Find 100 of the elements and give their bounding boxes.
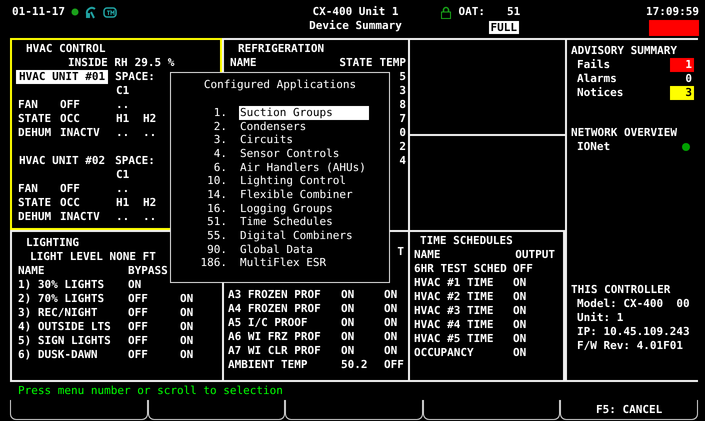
softkey[interactable] bbox=[285, 400, 423, 420]
softkey[interactable] bbox=[10, 400, 148, 420]
space-label: SPACE: bbox=[115, 70, 155, 84]
panel-title: TIME SCHEDULES bbox=[419, 234, 514, 248]
item-number: 16. bbox=[207, 202, 227, 215]
row-label: STATE bbox=[18, 196, 52, 209]
table-cell: 2) 70% LIGHTS bbox=[18, 292, 104, 305]
table-cell: 6) DUSK-DAWN bbox=[18, 348, 98, 361]
menu-item[interactable]: Circuits bbox=[239, 133, 369, 148]
table-cell: 6HR TEST SCHED bbox=[414, 262, 507, 276]
menu-item[interactable]: Global Data bbox=[239, 242, 369, 257]
screen-title: Device Summary bbox=[309, 19, 402, 33]
row-value: OCC bbox=[60, 196, 80, 209]
stage-value: H2 bbox=[143, 112, 156, 125]
table-cell: OFF bbox=[513, 262, 533, 275]
item-number: 186. bbox=[200, 256, 227, 270]
stage-value: H1 bbox=[116, 196, 130, 209]
menu-item[interactable]: Condensers bbox=[239, 120, 369, 134]
column-header: NAME bbox=[230, 56, 256, 70]
column-header: TEMP bbox=[380, 56, 406, 70]
unit-name[interactable]: HVAC UNIT #01 bbox=[16, 70, 108, 84]
temperature-value: 5 bbox=[399, 70, 406, 84]
network-name: IONet bbox=[577, 140, 610, 154]
softkey[interactable]: F5: CANCEL bbox=[560, 400, 698, 420]
menu-item[interactable]: Digital Combiners bbox=[239, 229, 369, 244]
table-cell: ON bbox=[384, 316, 398, 329]
menu-item[interactable]: Air Handlers (AHUs) bbox=[239, 160, 369, 175]
menu-item[interactable]: Flexible Combiner bbox=[239, 188, 369, 202]
table-cell: ON bbox=[180, 320, 194, 333]
row-value: OFF bbox=[60, 98, 80, 111]
item-number: 10. bbox=[207, 174, 227, 188]
column-header: BYPASS bbox=[128, 264, 168, 277]
item-number: 14. bbox=[207, 188, 227, 201]
table-cell: ON bbox=[384, 330, 398, 343]
controller-info: Model: CX-400 00 bbox=[576, 297, 691, 311]
oat-label: OAT: bbox=[458, 5, 485, 19]
table-cell: A6 WI FRZ PROF bbox=[228, 330, 321, 343]
unit-name[interactable]: HVAC UNIT #02 bbox=[16, 154, 108, 168]
table-cell: ON bbox=[513, 276, 526, 289]
stage-value: .. bbox=[143, 126, 156, 139]
row-value: OCC bbox=[60, 112, 80, 125]
table-cell: OFF bbox=[128, 306, 148, 319]
menu-item[interactable]: Suction Groups bbox=[239, 106, 369, 120]
table-cell: HVAC #5 TIME bbox=[414, 332, 494, 346]
stage-value: C1 bbox=[116, 84, 130, 97]
stage-value: .. bbox=[143, 210, 156, 223]
temperature-value: 0 bbox=[399, 126, 406, 140]
temperature-value: 3 bbox=[399, 84, 406, 98]
stage-value: .. bbox=[116, 182, 130, 195]
table-cell: HVAC #4 TIME bbox=[414, 318, 494, 332]
menu-item[interactable]: MultiFlex ESR bbox=[239, 256, 369, 270]
softkey[interactable] bbox=[422, 400, 560, 420]
table-cell: A4 FROZEN PROF bbox=[228, 302, 321, 315]
table-cell: ON bbox=[513, 332, 526, 345]
table-cell: ON bbox=[341, 330, 354, 343]
row-label: DEHUM bbox=[18, 210, 52, 223]
item-number: 3. bbox=[214, 133, 227, 146]
row-value: INACTV bbox=[60, 210, 100, 223]
temperature-value: 4 bbox=[399, 154, 406, 168]
clock-time: 17:09:59 bbox=[646, 5, 699, 19]
stage-value: H1 bbox=[116, 112, 130, 125]
stage-value: .. bbox=[116, 126, 130, 139]
table-cell: ON bbox=[128, 278, 142, 291]
item-number: 6. bbox=[214, 160, 227, 174]
rh-value: 29.5 % bbox=[134, 56, 174, 70]
controller-info: IP: 10.45.109.243 bbox=[576, 325, 691, 339]
table-cell: OFF bbox=[384, 358, 404, 371]
row-value: INACTV bbox=[60, 126, 100, 139]
stage-value: .. bbox=[116, 210, 130, 223]
device-name: CX-400 Unit 1 bbox=[312, 5, 399, 19]
table-cell: OFF bbox=[128, 292, 148, 305]
section-title: ADVISORY SUMMARY bbox=[571, 44, 678, 58]
section-title: NETWORK OVERVIEW bbox=[571, 126, 678, 140]
row-value: OFF bbox=[60, 182, 80, 195]
column-header: NAME bbox=[18, 264, 44, 277]
space-label: SPACE: bbox=[115, 154, 155, 168]
menu-item[interactable]: Lighting Control bbox=[239, 174, 369, 188]
table-cell: 50.2 bbox=[341, 358, 368, 371]
table-cell: ON bbox=[180, 348, 194, 361]
menu-item[interactable]: Logging Groups bbox=[239, 202, 369, 216]
stage-value: H2 bbox=[143, 196, 156, 209]
table-cell: ON bbox=[180, 334, 194, 347]
menu-item[interactable]: Time Schedules bbox=[239, 215, 369, 230]
table-cell: 5) SIGN LIGHTS bbox=[18, 334, 111, 347]
table-cell: ON bbox=[513, 304, 526, 317]
softkey[interactable] bbox=[148, 400, 286, 420]
table-cell: A7 WI CLR PROF bbox=[228, 344, 321, 357]
table-cell: ON bbox=[341, 316, 354, 329]
menu-item[interactable]: Sensor Controls bbox=[239, 146, 369, 161]
tag-icon bbox=[102, 6, 117, 18]
temperature-value: 2 bbox=[399, 140, 406, 154]
item-number: 90. bbox=[207, 242, 227, 256]
row-label: STATE bbox=[18, 112, 52, 125]
mode-badge: FULL bbox=[488, 21, 519, 34]
status-message: Press menu number or scroll to selection bbox=[18, 384, 283, 397]
controller-info: Unit: 1 bbox=[576, 311, 624, 325]
oat-value: 51 bbox=[507, 5, 520, 19]
column-header: STATE bbox=[339, 56, 372, 70]
temperature-value: 7 bbox=[399, 112, 406, 126]
table-cell: 4) OUTSIDE LTS bbox=[18, 320, 111, 333]
